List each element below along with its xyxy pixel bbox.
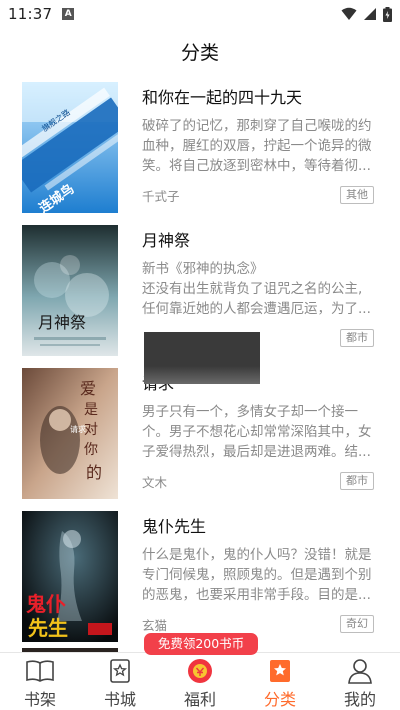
category-star-icon <box>265 657 295 685</box>
svg-text:你: 你 <box>84 442 98 458</box>
book-category-tag: 其他 <box>340 186 374 204</box>
status-time: 11:37 <box>8 5 53 23</box>
promo-badge[interactable]: 免费领200书币 <box>144 633 258 655</box>
wifi-icon <box>341 7 357 20</box>
book-item[interactable]: 连城鸟 旗舰之路 和你在一起的四十九天 破碎了的记忆，那刺穿了自己喉咙的约 血种… <box>0 72 400 213</box>
book-author: 文木 <box>142 475 168 490</box>
book-open-icon <box>25 657 55 685</box>
bottom-tab-bar: 书架 书城 福利 分类 我的 <box>0 652 400 710</box>
header: 分类 <box>0 30 400 72</box>
tab-label: 我的 <box>343 690 376 709</box>
book-description: 男子只有一个，多情女子却一个接一 个。男子不想花心却常常深陷其中，女 子爱得热烈… <box>142 404 372 460</box>
battery-icon <box>383 6 392 22</box>
book-description: 新书《邪神的执念》 还没有出生就背负了诅咒之名的公主, 任何靠近她的人都会遭遇厄… <box>142 261 371 317</box>
tab-category[interactable]: 分类 <box>240 653 320 710</box>
book-cover[interactable]: 鬼仆 先生 <box>22 511 118 642</box>
svg-text:对: 对 <box>84 422 98 438</box>
svg-text:请求: 请求 <box>70 424 86 434</box>
book-category-tag: 都市 <box>340 329 374 347</box>
book-cover[interactable]: 连城鸟 旗舰之路 <box>22 82 118 213</box>
book-title[interactable]: 鬼仆先生 <box>142 513 206 537</box>
svg-text:月神祭: 月神祭 <box>38 313 86 332</box>
svg-text:爱: 爱 <box>80 379 96 398</box>
book-cover[interactable]: 月神祭 <box>22 225 118 356</box>
tab-bookshelf[interactable]: 书架 <box>0 653 80 710</box>
book-category-tag: 奇幻 <box>340 615 374 633</box>
book-item[interactable]: 鬼仆 先生 鬼仆先生 什么是鬼仆，鬼的仆人吗？没错！就是 专门伺候鬼，照顾鬼的。… <box>0 501 400 642</box>
notification-icon: A <box>62 8 75 20</box>
tab-label: 书城 <box>103 690 136 709</box>
book-category-tag: 都市 <box>340 472 374 490</box>
book-author: 玄猫 <box>142 618 168 633</box>
status-indicators <box>341 6 392 22</box>
bookmark-star-icon <box>105 657 135 685</box>
tab-mine[interactable]: 我的 <box>320 653 400 710</box>
book-author: 千式子 <box>142 189 180 204</box>
book-title[interactable]: 和你在一起的四十九天 <box>142 84 302 108</box>
book-cover[interactable]: 爱 是 对 你 的 请求 <box>22 368 118 499</box>
tab-bookstore[interactable]: 书城 <box>80 653 160 710</box>
person-icon <box>345 657 375 685</box>
book-title[interactable]: 月神祭 <box>142 227 190 251</box>
svg-text:是: 是 <box>84 402 98 418</box>
book-description: 破碎了的记忆，那刺穿了自己喉咙的约 血种，腥红的双唇，拧起一个诡异的微 笑。将自… <box>142 118 372 174</box>
gift-coin-icon <box>185 657 215 685</box>
cell-signal-icon <box>364 8 376 20</box>
tab-label: 福利 <box>183 690 216 709</box>
status-bar: 11:37 A <box>0 0 400 28</box>
tab-label: 书架 <box>23 690 56 709</box>
svg-text:先生: 先生 <box>28 616 68 640</box>
tab-label: 分类 <box>263 690 296 709</box>
svg-text:的: 的 <box>86 463 102 482</box>
page-title: 分类 <box>180 41 219 64</box>
overlay-image <box>144 332 260 384</box>
svg-text:鬼仆: 鬼仆 <box>26 592 66 616</box>
book-description: 什么是鬼仆，鬼的仆人吗？没错！就是 专门伺候鬼，照顾鬼的。但是遇到个别 的恶鬼，… <box>142 547 372 603</box>
tab-welfare[interactable]: 福利 <box>160 653 240 710</box>
